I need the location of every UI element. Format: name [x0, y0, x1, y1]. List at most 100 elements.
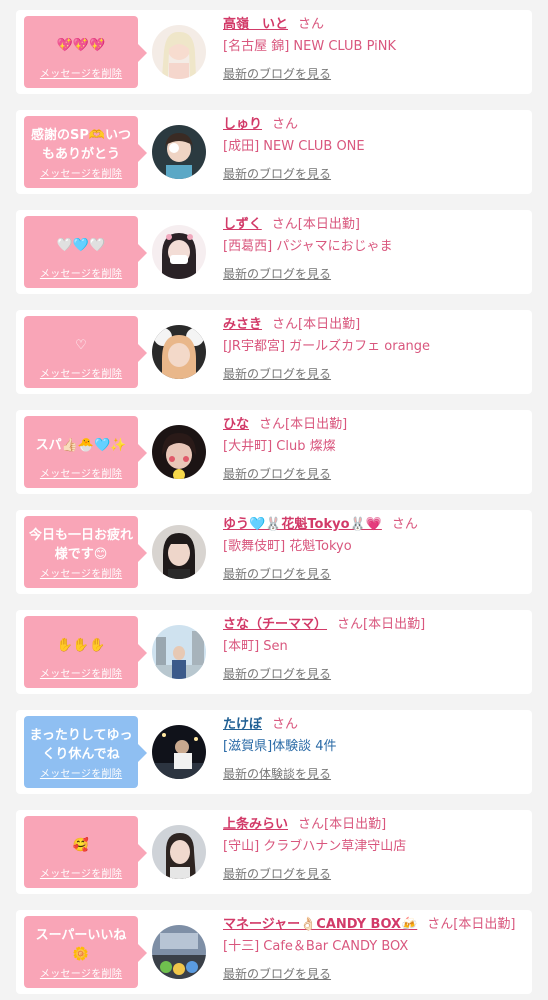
message-info: ゆう🩵🐰花魁Tokyo🐰💗 さん [歌舞伎町] 花魁Tokyo 最新のブログを見る	[223, 516, 526, 582]
delete-message-link[interactable]: メッセージを削除	[24, 165, 138, 180]
message-bubble: まったりしてゆっくり休んでね メッセージを削除	[24, 716, 147, 788]
message-info: さな（チーママ） さん[本日出勤] [本町] Sen 最新のブログを見る	[223, 616, 526, 682]
latest-blog-link[interactable]: 最新のブログを見る	[223, 466, 526, 482]
status-badge: [本日出勤]	[298, 317, 361, 332]
message-card: ✋✋✋ メッセージを削除 さな（チーママ） さん[本日出勤] [本町] Sen 最…	[16, 610, 532, 694]
message-info: ひな さん[本日出勤] [大井町] Club 燦燦 最新のブログを見る	[223, 416, 526, 482]
status-badge: [本日出勤]	[453, 917, 516, 932]
shop-label: [守山] クラブハナン草津守山店	[223, 839, 407, 854]
sender-name-link[interactable]: たけぼ	[223, 717, 262, 732]
message-bubble: 感謝のSP🫶いつもありがとう メッセージを削除	[24, 116, 147, 188]
delete-message-link[interactable]: メッセージを削除	[24, 365, 138, 380]
shop-label: [名古屋 錦] NEW CLUB PiNK	[223, 39, 396, 54]
delete-message-link[interactable]: メッセージを削除	[24, 265, 138, 280]
avatar[interactable]	[152, 425, 206, 479]
delete-message-link[interactable]: メッセージを削除	[24, 665, 138, 680]
shop-label: [十三] Cafe＆Bar CANDY BOX	[223, 939, 409, 954]
avatar[interactable]	[152, 725, 206, 779]
honorific: さん	[337, 617, 364, 632]
honorific: さん	[272, 717, 299, 732]
avatar[interactable]	[152, 325, 206, 379]
sender-name-link[interactable]: しずく	[223, 217, 262, 232]
latest-blog-link[interactable]: 最新のブログを見る	[223, 566, 526, 582]
sender-name-link[interactable]: しゅり	[223, 117, 262, 132]
message-card: スパ👍🏻🐣🩵✨ メッセージを削除 ひな さん[本日出勤] [大井町] Club 燦…	[16, 410, 532, 494]
delete-message-link[interactable]: メッセージを削除	[24, 965, 138, 980]
message-text: 感謝のSP🫶いつもありがとう	[30, 128, 132, 162]
sender-name-link[interactable]: マネージャー👌🏻CANDY BOX🍻	[223, 917, 417, 932]
honorific: さん	[271, 217, 298, 232]
review-count-label: [滋賀県]体験談 4件	[223, 739, 337, 754]
shop-label: [西葛西] パジャマにおじゃま	[223, 239, 393, 254]
message-card: 🥰 メッセージを削除 上条みらい さん[本日出勤] [守山] クラブハナン草津守山…	[16, 810, 532, 894]
message-info: 上条みらい さん[本日出勤] [守山] クラブハナン草津守山店 最新のブログを見る	[223, 816, 526, 882]
honorific: さん	[298, 17, 325, 32]
avatar[interactable]	[152, 25, 206, 79]
avatar[interactable]	[152, 825, 206, 879]
sender-name-link[interactable]: 高嶺 いと	[223, 17, 288, 32]
message-bubble: ✋✋✋ メッセージを削除	[24, 616, 147, 688]
sender-name-link[interactable]: さな（チーママ）	[223, 617, 327, 632]
honorific: さん	[272, 317, 299, 332]
latest-blog-link[interactable]: 最新のブログを見る	[223, 266, 526, 282]
shop-label: [本町] Sen	[223, 639, 288, 654]
message-card: 🤍🩵🤍 メッセージを削除 しずく さん[本日出勤] [西葛西] パジャマにおじゃま…	[16, 210, 532, 294]
honorific: さん	[298, 817, 325, 832]
honorific: さん	[272, 117, 299, 132]
message-text: 🤍🩵🤍	[56, 237, 106, 253]
delete-message-link[interactable]: メッセージを削除	[24, 865, 138, 880]
message-bubble: 🥰 メッセージを削除	[24, 816, 147, 888]
latest-blog-link[interactable]: 最新のブログを見る	[223, 366, 526, 382]
honorific: さん	[259, 417, 286, 432]
message-info: しずく さん[本日出勤] [西葛西] パジャマにおじゃま 最新のブログを見る	[223, 216, 526, 282]
sender-name-link[interactable]: ひな	[223, 417, 249, 432]
message-info: 高嶺 いと さん [名古屋 錦] NEW CLUB PiNK 最新のブログを見る	[223, 16, 526, 82]
message-info: マネージャー👌🏻CANDY BOX🍻 さん[本日出勤] [十三] Cafe＆Bar…	[223, 916, 526, 982]
message-info: しゅり さん [成田] NEW CLUB ONE 最新のブログを見る	[223, 116, 526, 182]
message-text: まったりしてゆっくり休んでね	[29, 728, 133, 762]
delete-message-link[interactable]: メッセージを削除	[24, 765, 138, 780]
message-bubble: ♡ メッセージを削除	[24, 316, 147, 388]
message-bubble: スパ👍🏻🐣🩵✨ メッセージを削除	[24, 416, 147, 488]
message-bubble: 今日も一日お疲れ様です😊 メッセージを削除	[24, 516, 147, 588]
latest-blog-link[interactable]: 最新のブログを見る	[223, 866, 526, 882]
message-info: たけぼ さん [滋賀県]体験談 4件 最新の体験談を見る	[223, 716, 526, 782]
delete-message-link[interactable]: メッセージを削除	[24, 565, 138, 580]
message-bubble: 💖💖💖 メッセージを削除	[24, 16, 147, 88]
message-card: まったりしてゆっくり休んでね メッセージを削除 たけぼ さん [滋賀県]体験談 4…	[16, 710, 532, 794]
message-card: 感謝のSP🫶いつもありがとう メッセージを削除 しゅり さん [成田] NEW C…	[16, 110, 532, 194]
message-card: スーパーいいね🌼 メッセージを削除 マネージャー👌🏻CANDY BOX🍻 さん[本…	[16, 910, 532, 994]
avatar[interactable]	[152, 625, 206, 679]
latest-blog-link[interactable]: 最新のブログを見る	[223, 166, 526, 182]
message-card: ♡ メッセージを削除 みさき さん[本日出勤] [JR宇都宮] ガールズカフェ o…	[16, 310, 532, 394]
sender-name-link[interactable]: みさき	[223, 317, 262, 332]
status-badge: [本日出勤]	[297, 217, 360, 232]
avatar[interactable]	[152, 525, 206, 579]
message-card: 今日も一日お疲れ様です😊 メッセージを削除 ゆう🩵🐰花魁Tokyo🐰💗 さん [歌…	[16, 510, 532, 594]
shop-label: [成田] NEW CLUB ONE	[223, 139, 365, 154]
message-text: ✋✋✋	[56, 637, 106, 653]
avatar[interactable]	[152, 225, 206, 279]
message-text: 🥰	[72, 837, 90, 853]
sender-name-link[interactable]: ゆう🩵🐰花魁Tokyo🐰💗	[223, 517, 382, 532]
latest-blog-link[interactable]: 最新のブログを見る	[223, 66, 526, 82]
status-badge: [本日出勤]	[363, 617, 426, 632]
message-text: 今日も一日お疲れ様です😊	[28, 528, 133, 562]
message-card: 💖💖💖 メッセージを削除 高嶺 いと さん [名古屋 錦] NEW CLUB Pi…	[16, 10, 532, 94]
message-bubble: スーパーいいね🌼 メッセージを削除	[24, 916, 147, 988]
message-text: スパ👍🏻🐣🩵✨	[35, 437, 127, 453]
honorific: さん	[391, 517, 418, 532]
message-info: みさき さん[本日出勤] [JR宇都宮] ガールズカフェ orange 最新のブロ…	[223, 316, 526, 382]
avatar[interactable]	[152, 925, 206, 979]
latest-review-link[interactable]: 最新の体験談を見る	[223, 766, 526, 782]
delete-message-link[interactable]: メッセージを削除	[24, 65, 138, 80]
message-text: スーパーいいね🌼	[35, 928, 127, 962]
latest-blog-link[interactable]: 最新のブログを見る	[223, 966, 526, 982]
status-badge: [本日出勤]	[324, 817, 387, 832]
latest-blog-link[interactable]: 最新のブログを見る	[223, 666, 526, 682]
message-text: 💖💖💖	[56, 37, 106, 53]
avatar[interactable]	[152, 125, 206, 179]
sender-name-link[interactable]: 上条みらい	[223, 817, 288, 832]
status-badge: [本日出勤]	[285, 417, 348, 432]
delete-message-link[interactable]: メッセージを削除	[24, 465, 138, 480]
